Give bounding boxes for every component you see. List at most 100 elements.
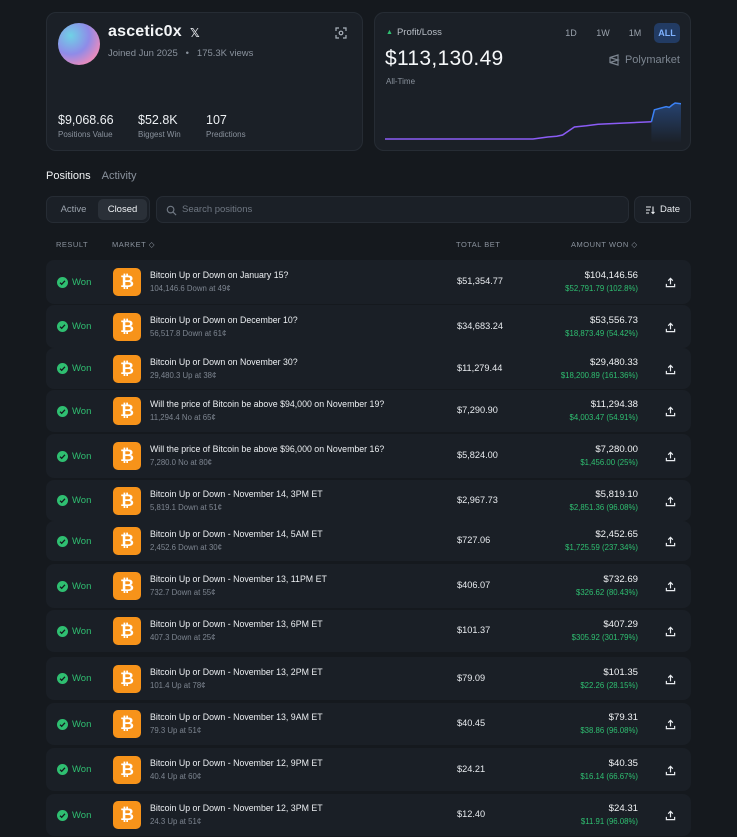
tab-bar: Positions Activity: [46, 170, 136, 182]
polymarket-logo-icon: [609, 54, 620, 66]
market-title[interactable]: Bitcoin Up or Down - November 12, 3PM ET: [150, 803, 323, 813]
total-bet: $79.09: [457, 672, 486, 683]
status-filter: Active Closed: [46, 196, 150, 223]
position-row[interactable]: Won ₿ Bitcoin Up or Down - November 13, …: [46, 657, 691, 700]
amount-gain: $18,200.89 (161.36%): [560, 370, 638, 380]
stat-value: $9,068.66: [58, 113, 114, 127]
range-1d[interactable]: 1D: [558, 23, 584, 43]
position-row[interactable]: Won ₿ Bitcoin Up or Down - November 13, …: [46, 564, 691, 608]
market-title[interactable]: Bitcoin Up or Down - November 13, 2PM ET: [150, 667, 323, 677]
header-amount-won[interactable]: AMOUNT WON ◇: [571, 240, 638, 249]
x-icon[interactable]: 𝕏: [190, 26, 200, 40]
market-title[interactable]: Bitcoin Up or Down - November 13, 9AM ET: [150, 712, 323, 722]
amount-won: $11,294.38: [590, 399, 638, 410]
stat-predictions: 107 Predictions: [206, 113, 246, 139]
share-icon[interactable]: [665, 765, 676, 776]
check-circle-icon: [57, 673, 68, 684]
bitcoin-icon: ₿: [113, 755, 141, 784]
result-badge: Won: [57, 748, 91, 791]
market-title[interactable]: Bitcoin Up or Down on November 30?: [150, 357, 298, 367]
sort-date-button[interactable]: Date: [634, 196, 691, 223]
result-label: Won: [72, 718, 92, 730]
market-detail: 29,480.3 Up at 38¢: [150, 370, 217, 380]
position-row[interactable]: Won ₿ Bitcoin Up or Down on January 15? …: [46, 260, 691, 304]
total-bet: $11,279.44: [457, 362, 503, 373]
market-title[interactable]: Bitcoin Up or Down - November 13, 6PM ET: [150, 619, 323, 629]
total-bet: $406.07: [457, 580, 491, 590]
result-badge: Won: [57, 657, 91, 700]
range-1w[interactable]: 1W: [590, 23, 616, 43]
amount-gain: $305.92 (301.79%): [571, 633, 638, 642]
position-row[interactable]: Won ₿ Will the price of Bitcoin be above…: [46, 434, 691, 478]
filter-active-button[interactable]: Active: [49, 199, 98, 220]
total-bet: $51,354.77: [457, 276, 503, 286]
position-row[interactable]: Won ₿ Bitcoin Up or Down - November 12, …: [46, 794, 691, 836]
amount-gain: $52,791.79 (102.8%): [565, 284, 638, 293]
scan-icon[interactable]: [335, 27, 347, 39]
tab-activity[interactable]: Activity: [102, 170, 137, 182]
range-all[interactable]: ALL: [654, 23, 680, 43]
market-title[interactable]: Will the price of Bitcoin be above $94,0…: [150, 399, 384, 409]
amount-gain: $1,456.00 (25%): [580, 458, 638, 467]
amount-gain: $2,851.36 (96.08%): [569, 502, 639, 512]
search-input[interactable]: [182, 197, 622, 222]
market-title[interactable]: Bitcoin Up or Down - November 13, 11PM E…: [150, 574, 327, 584]
market-detail: 11,294.4 No at 65¢: [150, 413, 216, 422]
result-badge: Won: [57, 610, 91, 652]
share-icon[interactable]: [665, 451, 676, 462]
position-row[interactable]: Won ₿ Bitcoin Up or Down - November 13, …: [46, 703, 691, 745]
position-row[interactable]: Won ₿ Will the price of Bitcoin be above…: [46, 390, 691, 432]
position-row[interactable]: Won ₿ Bitcoin Up or Down - November 14, …: [46, 521, 691, 561]
sort-label: Date: [659, 204, 681, 215]
market-title[interactable]: Bitcoin Up or Down on December 10?: [150, 315, 298, 325]
stat-label: Positions Value: [58, 130, 113, 139]
position-row[interactable]: Won ₿ Bitcoin Up or Down - November 12, …: [46, 748, 691, 791]
range-1m[interactable]: 1M: [622, 23, 648, 43]
position-row[interactable]: Won ₿ Bitcoin Up or Down on December 10?…: [46, 305, 691, 348]
market-title[interactable]: Bitcoin Up or Down on January 15?: [150, 270, 288, 280]
check-circle-icon: [57, 718, 68, 730]
bitcoin-icon: ₿: [113, 397, 141, 425]
header-market[interactable]: MARKET ◇: [112, 240, 155, 249]
stat-value: $52.8K: [138, 113, 178, 127]
share-icon[interactable]: [665, 322, 676, 333]
market-detail: 104,146.6 Down at 49¢: [150, 284, 231, 293]
tab-positions[interactable]: Positions: [46, 170, 91, 182]
result-badge: Won: [57, 434, 91, 478]
share-icon[interactable]: [665, 277, 676, 288]
market-title[interactable]: Bitcoin Up or Down - November 12, 9PM ET: [150, 758, 323, 768]
share-icon[interactable]: [665, 536, 676, 547]
result-label: Won: [72, 405, 92, 417]
market-title[interactable]: Bitcoin Up or Down - November 14, 3PM ET: [150, 489, 323, 499]
position-row[interactable]: Won ₿ Bitcoin Up or Down - November 13, …: [46, 610, 691, 652]
amount-won: $5,819.10: [595, 488, 638, 500]
result-label: Won: [72, 535, 92, 547]
share-icon[interactable]: [665, 719, 676, 730]
share-icon[interactable]: [665, 364, 676, 375]
bitcoin-icon: ₿: [113, 486, 141, 515]
amount-won: $104,146.56: [584, 270, 638, 281]
share-icon[interactable]: [665, 674, 676, 685]
share-icon[interactable]: [665, 810, 676, 821]
check-circle-icon: [57, 405, 68, 417]
share-icon[interactable]: [665, 406, 676, 417]
position-row[interactable]: Won ₿ Bitcoin Up or Down on November 30?…: [46, 348, 691, 389]
sort-toggle-icon: ◇: [148, 240, 155, 249]
stat-positions-value: $9,068.66 Positions Value: [58, 113, 114, 139]
market-title[interactable]: Bitcoin Up or Down - November 14, 5AM ET: [150, 529, 323, 539]
pnl-line-before: [385, 121, 652, 140]
share-icon[interactable]: [665, 496, 676, 507]
pnl-label: ▲ Profit/Loss: [386, 27, 442, 38]
market-title[interactable]: Will the price of Bitcoin be above $96,0…: [150, 444, 384, 454]
market-detail: 56,517.8 Down at 61¢: [150, 328, 227, 338]
filter-closed-button[interactable]: Closed: [98, 199, 147, 220]
avatar[interactable]: [58, 23, 100, 65]
share-icon[interactable]: [665, 581, 676, 592]
check-circle-icon: [57, 535, 68, 547]
position-row[interactable]: Won ₿ Bitcoin Up or Down - November 14, …: [46, 480, 691, 521]
total-bet: $5,824.00: [457, 450, 498, 460]
share-icon[interactable]: [665, 626, 676, 637]
amount-won: $79.31: [608, 712, 638, 723]
pnl-label-text: Profit/Loss: [396, 27, 442, 38]
bitcoin-icon: ₿: [113, 354, 141, 383]
